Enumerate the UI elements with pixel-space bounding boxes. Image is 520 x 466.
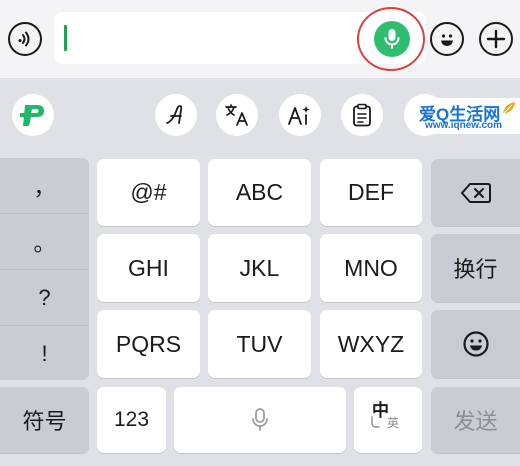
input-bar	[0, 0, 520, 78]
symbols-label: 符号	[22, 409, 67, 434]
key-label: TUV	[236, 330, 283, 357]
numbers-label: 123	[113, 408, 150, 431]
key-def[interactable]: DEF	[320, 159, 422, 226]
key-wxyz[interactable]: WXYZ	[320, 310, 422, 378]
key-label: MNO	[344, 254, 398, 281]
ai-icon[interactable]	[279, 94, 321, 136]
punct-label: 。	[33, 230, 56, 256]
key-ghi[interactable]: GHI	[97, 234, 200, 302]
language-switch-button[interactable]: 中 英	[354, 387, 422, 453]
keyboard-toolbar: 爱Q生活网 www.iqnew.com	[0, 78, 520, 158]
emoji-icon	[462, 331, 489, 357]
microphone-icon[interactable]	[374, 21, 410, 57]
punct-key-question[interactable]: ?	[0, 270, 89, 325]
watermark-logo: 爱Q生活网 www.iqnew.com	[415, 98, 520, 134]
key-tuv[interactable]: TUV	[208, 310, 311, 378]
punct-key-exclamation[interactable]: !	[0, 326, 89, 381]
punct-label: !	[41, 340, 48, 366]
key-label: ABC	[235, 179, 284, 205]
key-mno[interactable]: MNO	[320, 234, 422, 302]
keyboard-logo-icon[interactable]	[12, 94, 54, 136]
emoji-key[interactable]	[431, 310, 520, 378]
key-label: @#	[130, 179, 167, 205]
microphone-icon	[252, 408, 268, 431]
punct-key-comma[interactable]: ，	[0, 158, 89, 213]
punct-key-period[interactable]: 。	[0, 214, 89, 269]
backspace-button[interactable]	[431, 159, 520, 226]
text-caret	[64, 25, 67, 51]
numbers-button[interactable]: 123	[97, 387, 166, 453]
key-symbols-at[interactable]: @#	[97, 159, 200, 226]
voice-wave-icon[interactable]	[8, 22, 42, 56]
handwriting-icon[interactable]	[155, 94, 197, 136]
symbols-button[interactable]: 符号	[0, 387, 89, 453]
clipboard-icon[interactable]	[341, 94, 383, 136]
key-label: PQRS	[115, 330, 182, 357]
key-label: DEF	[348, 179, 394, 205]
lang-sub-label: 英	[387, 416, 400, 430]
emoji-icon[interactable]	[430, 22, 464, 56]
space-voice-key[interactable]	[174, 387, 346, 453]
leaf-icon	[502, 102, 515, 115]
translate-icon[interactable]	[216, 94, 258, 136]
send-button[interactable]: 发送	[431, 387, 520, 453]
send-label: 发送	[453, 409, 498, 434]
key-jkl[interactable]: JKL	[208, 234, 311, 302]
key-label: JKL	[239, 254, 280, 281]
key-label: GHI	[128, 254, 169, 281]
newline-button[interactable]: 换行	[431, 234, 520, 302]
punct-label: ，	[33, 174, 56, 200]
backspace-icon	[460, 182, 491, 203]
newline-label: 换行	[453, 257, 498, 282]
key-pqrs[interactable]: PQRS	[97, 310, 200, 378]
key-label: WXYZ	[337, 330, 405, 357]
switch-arrow-icon	[371, 416, 380, 428]
key-abc[interactable]: ABC	[208, 159, 311, 226]
punctuation-column: ， 。 ? !	[0, 158, 89, 380]
watermark-url: www.iqnew.com	[425, 120, 503, 131]
punct-label: ?	[38, 284, 51, 310]
plus-icon[interactable]	[479, 22, 513, 56]
